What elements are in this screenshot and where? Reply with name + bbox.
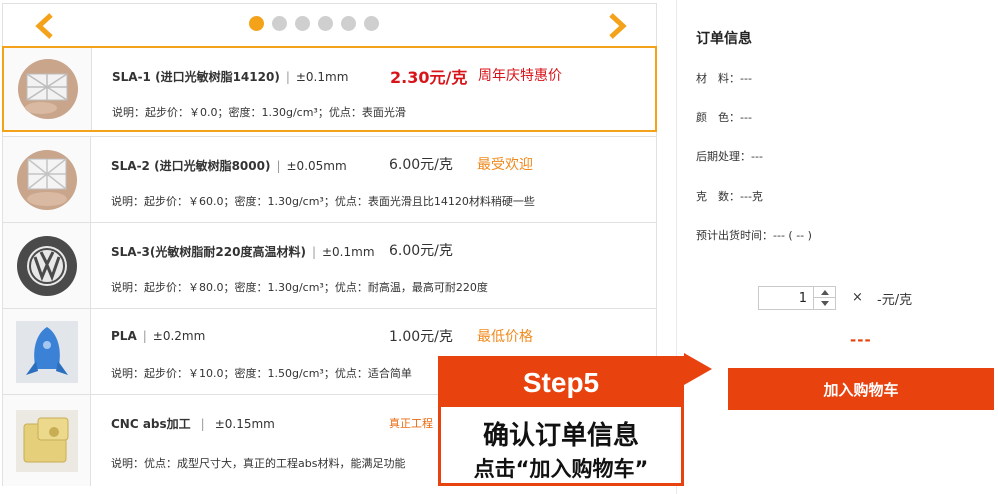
material-name: CNC abs加工	[111, 417, 191, 431]
vw-logo-wheel-photo	[3, 223, 91, 308]
step-instruction-2: 点击“加入购物车”	[473, 457, 649, 481]
material-tolerance: ±0.15mm	[214, 417, 275, 431]
order-material: 材 料：---	[696, 72, 752, 85]
carousel-pagination	[249, 16, 379, 32]
order-color: 颜 色：---	[696, 111, 752, 124]
material-description: 说明：起步价：￥10.0；密度：1.50g/cm³；优点：适合简单	[111, 367, 412, 380]
decrement-button[interactable]	[814, 298, 835, 309]
material-row-sla-2[interactable]: SLA-2 (进口光敏树脂8000) | ±0.05mm 6.00元/克 最受欢迎 …	[3, 136, 656, 222]
material-description: 说明：优点：成型尺寸大，真正的工程abs材料，能满足功能	[111, 457, 406, 470]
multiply-sign: ×	[852, 290, 863, 305]
material-price: 1.00元/克	[389, 329, 453, 345]
material-tolerance: ±0.2mm	[152, 329, 206, 343]
carousel-dot-4[interactable]	[318, 16, 333, 31]
material-price: 2.30元/克	[390, 68, 468, 87]
material-name: SLA-3(光敏树脂耐220度高温材料)	[111, 245, 306, 259]
unit-price: -元/克	[877, 293, 913, 308]
increment-button[interactable]	[814, 287, 835, 298]
chevron-left-icon[interactable]	[31, 12, 59, 40]
material-name: PLA	[111, 329, 137, 343]
material-description: 说明：起步价：￥80.0；密度：1.30g/cm³；优点：耐高温，最高可耐220…	[111, 281, 488, 294]
step-instruction-1: 确认订单信息	[482, 421, 639, 451]
carousel-dot-3[interactable]	[295, 16, 310, 31]
material-description: 说明：起步价：￥60.0；密度：1.30g/cm³；优点：表面光滑且比14120…	[111, 195, 535, 208]
material-row-sla-3[interactable]: SLA-3(光敏树脂耐220度高温材料) | ±0.1mm 6.00元/克 说明：起…	[3, 222, 656, 308]
material-price: 6.00元/克	[389, 157, 453, 173]
material-name: SLA-2 (进口光敏树脂8000)	[111, 159, 271, 173]
material-price: 6.00元/克	[389, 243, 453, 259]
carousel-dot-6[interactable]	[364, 16, 379, 31]
callout-arrow-icon	[684, 353, 712, 385]
quantity-stepper	[758, 286, 836, 310]
step-callout: Step5 确认订单信息 点击“加入购物车”	[438, 356, 684, 486]
add-to-cart-button[interactable]: 加入购物车	[728, 368, 994, 410]
caret-up-icon	[820, 289, 829, 295]
step-label: Step5	[441, 359, 681, 407]
beige-abs-part-photo	[3, 395, 91, 486]
order-weight: 克 数：---克	[696, 190, 763, 203]
promo-tag: 周年庆特惠价	[478, 68, 562, 84]
order-info-title: 订单信息	[696, 31, 752, 47]
material-tolerance: ±0.1mm	[321, 245, 375, 259]
engineering-tag: 真正工程	[389, 417, 433, 430]
order-ship-time: 预计出货时间：--- ( -- )	[696, 229, 812, 242]
material-carousel-nav	[3, 4, 656, 46]
order-post-process: 后期处理：---	[696, 150, 763, 163]
material-tolerance: ±0.1mm	[295, 70, 349, 84]
material-tolerance: ±0.05mm	[286, 159, 347, 173]
blue-rocket-model-photo	[3, 309, 91, 394]
material-name: SLA-1 (进口光敏树脂14120)	[112, 70, 280, 84]
chevron-right-icon[interactable]	[603, 12, 631, 40]
quantity-input[interactable]	[759, 287, 813, 309]
carousel-dot-5[interactable]	[341, 16, 356, 31]
order-total: ---	[850, 331, 872, 349]
material-row-sla-1[interactable]: SLA-1 (进口光敏树脂14120) | ±0.1mm 2.30元/克 周年庆特惠…	[2, 46, 657, 132]
popular-tag: 最受欢迎	[477, 157, 533, 173]
caret-down-icon	[820, 301, 829, 306]
white-lattice-part-photo	[4, 48, 92, 130]
material-description: 说明：起步价：￥0.0；密度：1.30g/cm³；优点：表面光滑	[112, 106, 406, 119]
white-lattice-part-photo	[3, 137, 91, 222]
carousel-dot-2[interactable]	[272, 16, 287, 31]
lowest-price-tag: 最低价格	[477, 329, 533, 345]
carousel-dot-1[interactable]	[249, 16, 264, 31]
